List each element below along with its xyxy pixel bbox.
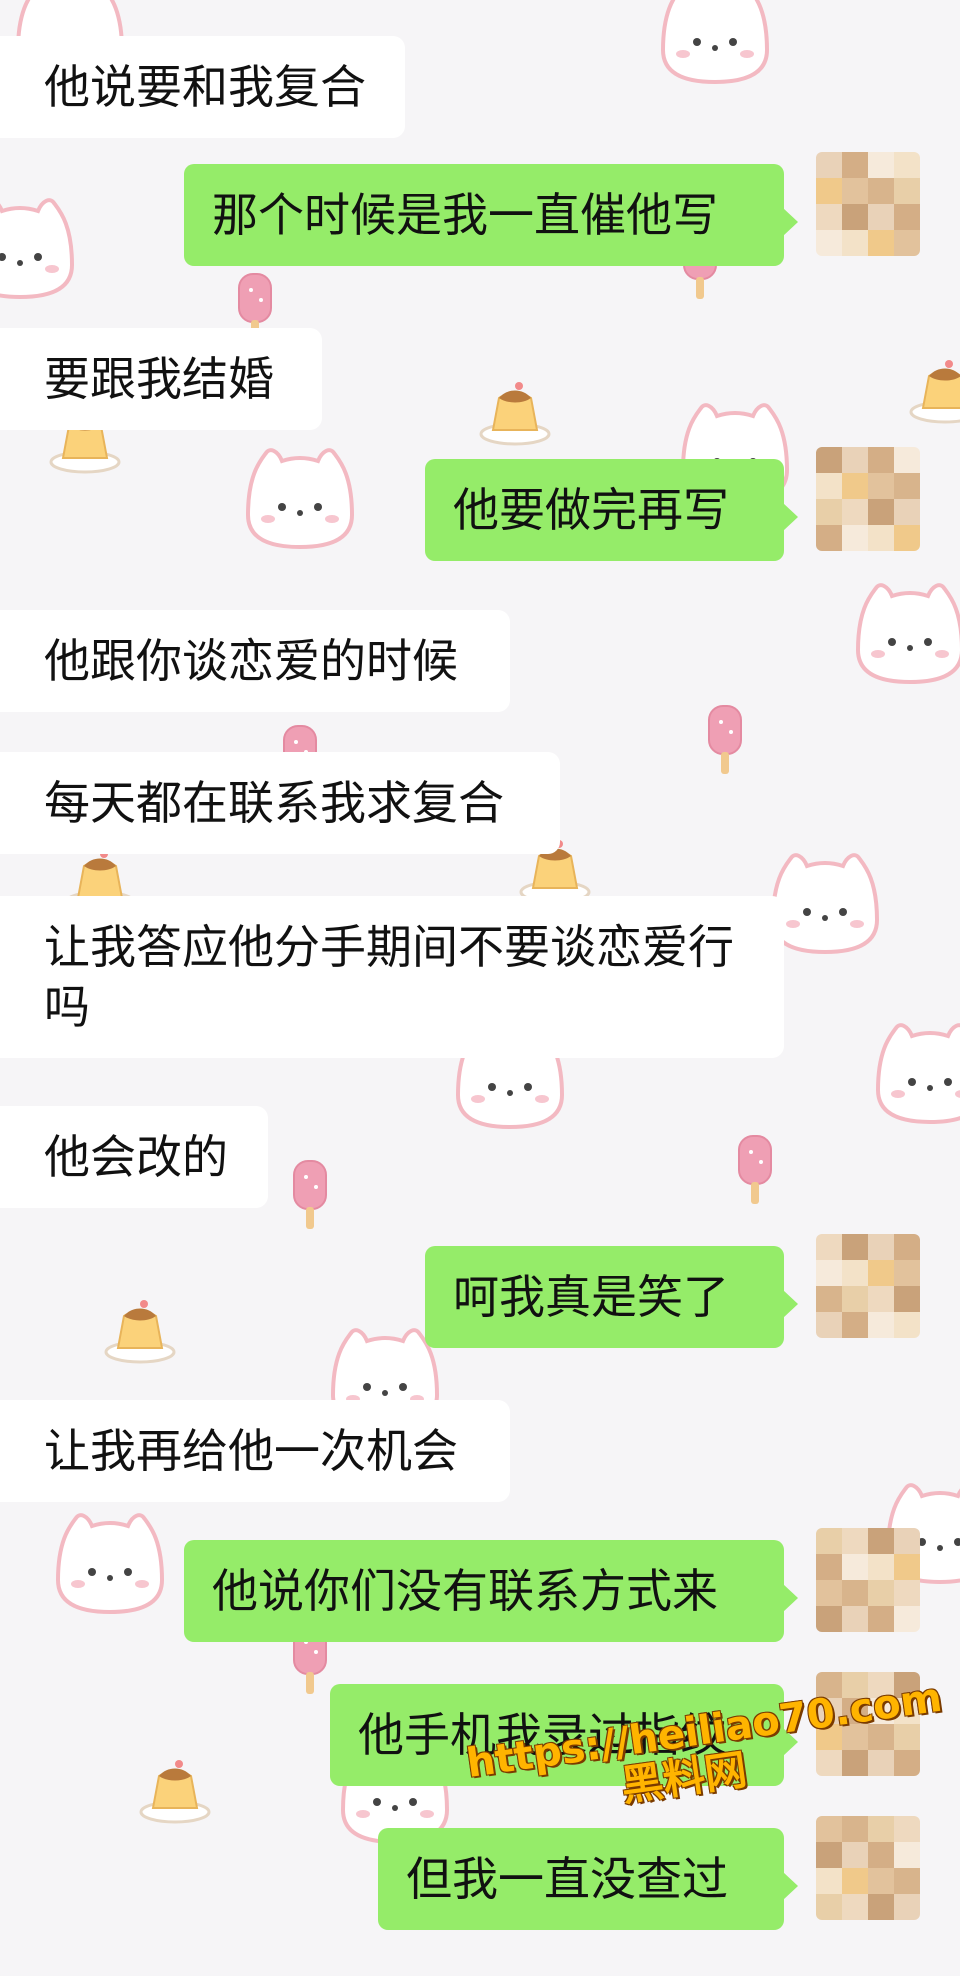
message-outgoing[interactable]: 他说你们没有联系方式来	[184, 1540, 798, 1642]
own-avatar[interactable]	[816, 152, 920, 256]
own-avatar[interactable]	[816, 1528, 920, 1632]
own-avatar[interactable]	[816, 1234, 920, 1338]
message-incoming[interactable]: 他会改的	[0, 1106, 268, 1208]
own-avatar[interactable]	[816, 1816, 920, 1920]
message-outgoing[interactable]: 呵我真是笑了	[425, 1246, 798, 1348]
message-incoming[interactable]: 他说要和我复合	[0, 36, 405, 138]
message-incoming[interactable]: 要跟我结婚	[0, 328, 322, 430]
message-outgoing[interactable]: 但我一直没查过	[378, 1828, 798, 1930]
message-outgoing[interactable]: 那个时候是我一直催他写	[184, 164, 798, 266]
message-incoming[interactable]: 每天都在联系我求复合	[0, 752, 560, 854]
own-avatar[interactable]	[816, 447, 920, 551]
message-incoming[interactable]: 让我再给他一次机会	[0, 1400, 510, 1502]
message-outgoing[interactable]: 他要做完再写	[425, 459, 798, 561]
chat-message-list[interactable]: 他说要和我复合 那个时候是我一直催他写 要跟我结婚 他要做完再写 他跟你谈恋爱的…	[0, 0, 960, 1976]
message-incoming[interactable]: 让我答应他分手期间不要谈恋爱行吗	[0, 896, 784, 1058]
message-incoming[interactable]: 他跟你谈恋爱的时候	[0, 610, 510, 712]
